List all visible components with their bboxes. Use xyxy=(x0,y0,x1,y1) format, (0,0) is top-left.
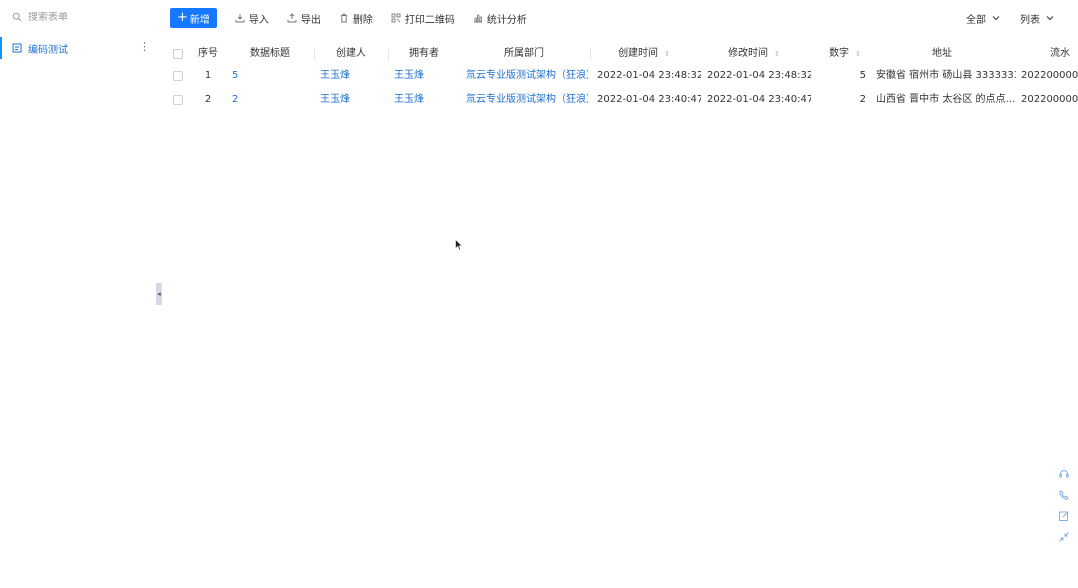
header-modified-label: 修改时间 xyxy=(728,48,769,59)
import-icon xyxy=(235,13,245,23)
export-label: 导出 xyxy=(300,14,321,26)
view-dropdown[interactable]: 列表 xyxy=(1020,11,1054,26)
cell-number: 2 xyxy=(859,94,866,105)
sidebar-item-label: 编码测试 xyxy=(28,44,68,56)
stats-label: 统计分析 xyxy=(486,14,527,26)
table-row[interactable]: 1 5 王玉烽 王玉烽 氚云专业版测试架构（狂浪） 2022-01-04 23:… xyxy=(170,64,1078,88)
edit-icon[interactable] xyxy=(1058,510,1070,522)
cell-created: 2022-01-04 23:48:32 xyxy=(597,70,701,81)
trash-icon xyxy=(339,13,349,23)
chevron-down-icon xyxy=(1046,14,1054,22)
cell-title[interactable]: 2 xyxy=(232,88,308,112)
qrcode-icon xyxy=(391,13,401,23)
sidebar-item-form[interactable]: 编码测试 ⋮ xyxy=(0,37,160,59)
import-button[interactable]: 导入 xyxy=(235,11,269,26)
import-label: 导入 xyxy=(248,14,269,26)
shrink-icon[interactable] xyxy=(1058,531,1070,543)
mouse-cursor-icon xyxy=(455,239,463,251)
view-label: 列表 xyxy=(1020,14,1040,26)
cell-created: 2022-01-04 23:40:47 xyxy=(597,94,701,105)
cell-address: 安徽省 宿州市 砀山县 3333333 xyxy=(876,70,1016,81)
headset-icon[interactable] xyxy=(1058,468,1070,480)
sort-icon[interactable]: ⇕ xyxy=(774,50,780,58)
search-input[interactable] xyxy=(28,11,148,23)
sort-icon[interactable]: ⇕ xyxy=(664,50,670,58)
cell-dept[interactable]: 氚云专业版测试架构（狂浪） xyxy=(466,64,588,88)
cell-dept[interactable]: 氚云专业版测试架构（狂浪） xyxy=(466,88,588,112)
header-created[interactable]: 创建时间 ⇕ xyxy=(594,42,694,66)
plus-icon: + xyxy=(177,10,188,25)
cell-seq: 1 xyxy=(204,70,212,81)
row-checkbox[interactable] xyxy=(173,71,183,81)
new-button-label: 新增 xyxy=(189,14,210,26)
form-icon xyxy=(12,43,22,53)
collapse-arrow-icon[interactable]: ◂ xyxy=(156,283,162,305)
delete-button[interactable]: 删除 xyxy=(339,11,373,26)
stats-button[interactable]: 统计分析 xyxy=(473,11,527,26)
header-title[interactable]: 数据标题 xyxy=(232,42,308,66)
cell-number: 5 xyxy=(859,70,866,81)
header-number-label: 数字 xyxy=(829,48,850,59)
row-checkbox[interactable] xyxy=(173,95,183,105)
delete-label: 删除 xyxy=(352,14,373,26)
cell-title[interactable]: 5 xyxy=(232,64,308,88)
export-button[interactable]: 导出 xyxy=(287,11,321,26)
header-serial[interactable]: 流水 xyxy=(1050,42,1078,66)
more-icon[interactable]: ⋮ xyxy=(139,41,150,52)
cell-owner[interactable]: 王玉烽 xyxy=(394,88,458,112)
column-divider[interactable] xyxy=(388,48,389,60)
select-all-checkbox[interactable] xyxy=(173,49,183,59)
cell-serial: 202200000 xyxy=(1021,94,1078,105)
export-icon xyxy=(287,13,297,23)
chart-icon xyxy=(473,13,483,23)
chevron-down-icon xyxy=(992,14,1000,22)
table-header: 序号 数据标题 创建人 拥有者 所属部门 创建时间 ⇕ 修改时间 ⇕ 数字 ⇕ 地址 … xyxy=(170,42,1078,66)
view-controls: 全部 列表 xyxy=(946,8,1054,28)
cell-owner[interactable]: 王玉烽 xyxy=(394,64,458,88)
sidebar: 编码测试 ⋮ xyxy=(0,0,160,588)
filter-dropdown[interactable]: 全部 xyxy=(966,11,1000,26)
toolbar: + 新增 导入 导出 删除 打印二维码 统计分析 xyxy=(170,8,527,28)
header-created-label: 创建时间 xyxy=(618,48,659,59)
cell-seq: 2 xyxy=(204,94,212,105)
cell-creator[interactable]: 王玉烽 xyxy=(320,88,386,112)
print-qrcode-button[interactable]: 打印二维码 xyxy=(391,11,455,26)
search-icon xyxy=(12,12,22,22)
phone-icon[interactable] xyxy=(1058,489,1070,501)
header-dept[interactable]: 所属部门 xyxy=(462,42,586,66)
sidebar-search[interactable] xyxy=(12,10,148,24)
cell-creator[interactable]: 王玉烽 xyxy=(320,64,386,88)
header-modified[interactable]: 修改时间 ⇕ xyxy=(704,42,804,66)
header-creator[interactable]: 创建人 xyxy=(318,42,384,66)
cell-modified: 2022-01-04 23:48:32 xyxy=(707,70,811,81)
new-button[interactable]: + 新增 xyxy=(170,8,217,28)
sort-icon[interactable]: ⇕ xyxy=(855,50,861,58)
header-number[interactable]: 数字 ⇕ xyxy=(822,42,868,66)
table-row[interactable]: 2 2 王玉烽 王玉烽 氚云专业版测试架构（狂浪） 2022-01-04 23:… xyxy=(170,88,1078,112)
column-divider[interactable] xyxy=(314,48,315,60)
filter-label: 全部 xyxy=(966,14,986,26)
header-address[interactable]: 地址 xyxy=(874,42,1010,66)
print-qrcode-label: 打印二维码 xyxy=(404,14,455,26)
header-owner[interactable]: 拥有者 xyxy=(392,42,456,66)
column-divider[interactable] xyxy=(590,48,591,60)
header-seq: 序号 xyxy=(198,48,218,59)
cell-modified: 2022-01-04 23:40:47 xyxy=(707,94,811,105)
cell-serial: 202200000 xyxy=(1021,70,1078,81)
cell-address: 山西省 晋中市 太谷区 的点点… xyxy=(876,94,1016,105)
floating-actions xyxy=(1058,468,1074,552)
